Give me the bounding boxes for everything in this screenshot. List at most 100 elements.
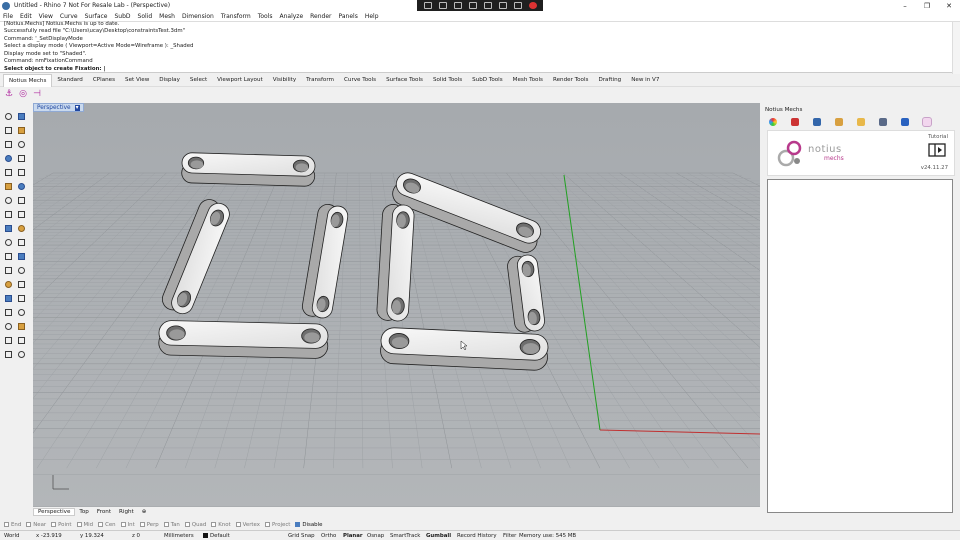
toolbox-tool-icon[interactable] <box>16 307 27 318</box>
pen-icon[interactable] <box>483 2 492 9</box>
folder-icon[interactable] <box>857 117 865 126</box>
window-icon[interactable] <box>438 2 447 9</box>
menu-dimension[interactable]: Dimension <box>182 13 214 20</box>
toolbox-tool-icon[interactable] <box>3 111 14 122</box>
toolbox-tool-icon[interactable] <box>16 125 27 136</box>
toolbox-tool-icon[interactable] <box>3 195 14 206</box>
osnap-near[interactable]: Near <box>26 522 46 528</box>
toolbox-tool-icon[interactable] <box>3 181 14 192</box>
toolbox-tool-icon[interactable] <box>3 125 14 136</box>
toolbox-tool-icon[interactable] <box>3 223 14 234</box>
toolbox-tool-icon[interactable] <box>16 153 27 164</box>
toolbox-tool-icon[interactable] <box>3 307 14 318</box>
checkbox[interactable] <box>120 522 126 527</box>
layout-icon[interactable] <box>879 117 887 126</box>
viewport-title[interactable]: Perspective ▾ <box>33 103 84 112</box>
toolbox-tool-icon[interactable] <box>16 251 27 262</box>
toolbox-tool-icon[interactable] <box>16 111 27 122</box>
material-icon[interactable] <box>791 117 799 126</box>
menu-mesh[interactable]: Mesh <box>159 13 175 20</box>
target-icon[interactable]: ◎ <box>18 89 28 99</box>
tab-select[interactable]: Select <box>185 74 212 87</box>
checkbox[interactable] <box>139 522 145 527</box>
menu-solid[interactable]: Solid <box>138 13 153 20</box>
osnap-project[interactable]: Project <box>264 522 290 528</box>
toolbox-tool-icon[interactable] <box>3 349 14 360</box>
toolbox-tool-icon[interactable] <box>16 321 27 332</box>
planar-toggle[interactable]: Planar <box>343 533 363 539</box>
toolbox-tool-icon[interactable] <box>16 181 27 192</box>
tab-standard[interactable]: Standard <box>52 74 87 87</box>
toolbox-tool-icon[interactable] <box>16 237 27 248</box>
menu-tools[interactable]: Tools <box>258 13 273 20</box>
viewport-tab-perspective[interactable]: Perspective <box>33 508 76 516</box>
menu-subd[interactable]: SubD <box>114 13 130 20</box>
menu-curve[interactable]: Curve <box>60 13 78 20</box>
timer-icon[interactable] <box>513 2 522 9</box>
checkbox[interactable] <box>51 522 57 527</box>
osnap-vertex[interactable]: Vertex <box>235 522 260 528</box>
menu-panels[interactable]: Panels <box>339 13 358 20</box>
toolbox-tool-icon[interactable] <box>3 237 14 248</box>
osnap-int[interactable]: Int <box>120 522 135 528</box>
tab-drafting[interactable]: Drafting <box>593 74 626 87</box>
checkbox[interactable] <box>4 522 9 527</box>
menu-file[interactable]: File <box>3 13 13 20</box>
grid-snap-toggle[interactable]: Grid Snap <box>288 533 315 539</box>
command-scrollbar[interactable] <box>952 22 960 74</box>
recording-toolbar[interactable] <box>417 0 543 11</box>
checkbox[interactable] <box>98 522 104 527</box>
pause-icon[interactable] <box>498 2 507 9</box>
osnap-knot[interactable]: Knot <box>211 522 231 528</box>
tab-render-tools[interactable]: Render Tools <box>548 74 593 87</box>
menu-analyze[interactable]: Analyze <box>280 13 304 20</box>
osnap-quad[interactable]: Quad <box>184 522 206 528</box>
maximize-button[interactable]: ❐ <box>916 0 938 11</box>
bell-icon[interactable] <box>901 117 909 126</box>
environment-icon[interactable] <box>813 117 821 126</box>
toolbox-tool-icon[interactable] <box>16 195 27 206</box>
menu-surface[interactable]: Surface <box>85 13 108 20</box>
menu-edit[interactable]: Edit <box>20 13 32 20</box>
toolbox-tool-icon[interactable] <box>3 209 14 220</box>
tab-solid-tools[interactable]: Solid Tools <box>428 74 467 87</box>
toolbox-tool-icon[interactable] <box>16 265 27 276</box>
osnap-toggle[interactable]: Osnap <box>367 533 384 539</box>
tab-set-view[interactable]: Set View <box>120 74 154 87</box>
menu-view[interactable]: View <box>39 13 53 20</box>
tab-display[interactable]: Display <box>154 74 185 87</box>
toolbox-tool-icon[interactable] <box>16 293 27 304</box>
link-part[interactable] <box>181 152 316 187</box>
close-button[interactable]: ✕ <box>938 0 960 11</box>
osnap-end[interactable]: End <box>4 522 21 528</box>
viewport-tab-top[interactable]: Top <box>75 509 92 515</box>
tab-notius-mechs[interactable]: Notius Mechs <box>3 73 53 87</box>
toolbox-tool-icon[interactable] <box>3 335 14 346</box>
tab-mesh-tools[interactable]: Mesh Tools <box>508 74 548 87</box>
checkbox[interactable] <box>184 522 190 527</box>
panel-body[interactable] <box>767 179 953 513</box>
toolbox-tool-icon[interactable] <box>16 139 27 150</box>
viewport-tab-right[interactable]: Right <box>115 509 138 515</box>
tab-transform[interactable]: Transform <box>301 74 339 87</box>
checkbox[interactable] <box>295 522 301 527</box>
toolbox-tool-icon[interactable] <box>16 349 27 360</box>
toolbox-tool-icon[interactable] <box>3 293 14 304</box>
camera-icon[interactable] <box>453 2 462 9</box>
toolbox-tool-icon[interactable] <box>3 139 14 150</box>
smarttrack-toggle[interactable]: SmartTrack <box>390 533 420 539</box>
tab-curve-tools[interactable]: Curve Tools <box>339 74 381 87</box>
menu-help[interactable]: Help <box>365 13 379 20</box>
link-part[interactable] <box>376 204 415 322</box>
minimize-button[interactable]: – <box>894 0 916 11</box>
checkbox[interactable] <box>264 522 270 527</box>
gumball-toggle[interactable]: Gumball <box>426 533 451 539</box>
viewport-tab-front[interactable]: Front <box>93 509 115 515</box>
command-history[interactable]: [Notius.Mechs] Notius.Mechs is up to dat… <box>0 21 960 74</box>
osnap-disable[interactable]: Disable <box>295 522 322 528</box>
checkbox[interactable] <box>76 522 82 527</box>
osnap-tan[interactable]: Tan <box>163 522 180 528</box>
toolbox-tool-icon[interactable] <box>3 167 14 178</box>
toolbox-tool-icon[interactable] <box>3 251 14 262</box>
toolbox-tool-icon[interactable] <box>3 153 14 164</box>
